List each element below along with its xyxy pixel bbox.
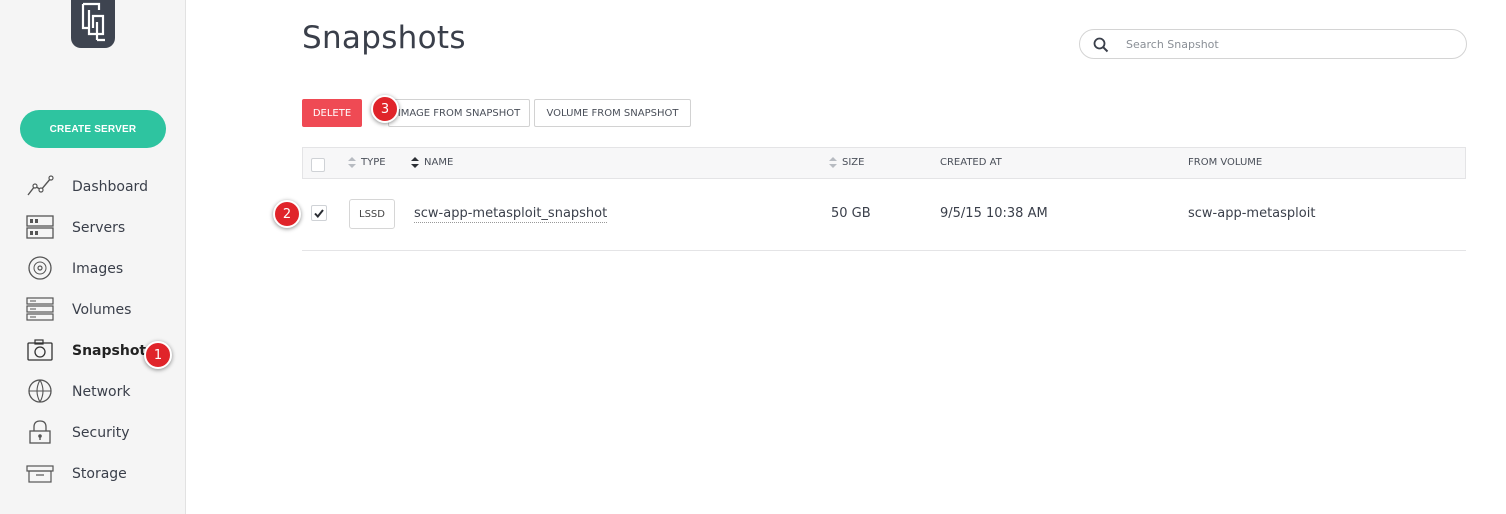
table-row[interactable]: LSSD scw-app-metasploit_snapshot 50 GB 9…	[302, 180, 1466, 251]
column-label: SIZE	[842, 157, 865, 168]
sidebar-nav: Dashboard Servers Images Volumes Snapsho…	[0, 166, 186, 494]
annotation-badge-2: 2	[273, 200, 301, 228]
column-header-name[interactable]: NAME	[411, 157, 453, 168]
image-from-snapshot-button[interactable]: IMAGE FROM SNAPSHOT	[388, 99, 530, 127]
sidebar: CREATE SERVER Dashboard Servers Images V…	[0, 0, 186, 514]
search-box[interactable]	[1079, 29, 1467, 59]
row-checkbox[interactable]	[311, 205, 327, 221]
sidebar-item-label: Images	[72, 260, 124, 277]
brand-logo[interactable]	[71, 0, 115, 48]
page-title: Snapshots	[302, 20, 466, 56]
sidebar-item-label: Storage	[72, 465, 127, 482]
sidebar-item-servers[interactable]: Servers	[0, 207, 186, 248]
sidebar-item-images[interactable]: Images	[0, 248, 186, 289]
search-input[interactable]	[1126, 34, 1446, 54]
sidebar-item-security[interactable]: Security	[0, 412, 186, 453]
search-icon	[1093, 37, 1109, 53]
select-all-checkbox[interactable]	[311, 158, 325, 172]
storage-icon	[26, 465, 54, 483]
security-icon	[29, 420, 51, 444]
column-header-from-volume: FROM VOLUME	[1188, 157, 1262, 168]
column-header-type[interactable]: TYPE	[348, 157, 386, 168]
sidebar-item-label: Network	[72, 383, 131, 400]
sidebar-item-label: Volumes	[72, 301, 132, 318]
column-label: TYPE	[361, 157, 386, 168]
column-header-size[interactable]: SIZE	[829, 157, 864, 168]
dashboard-icon	[27, 175, 54, 196]
logo-icon	[81, 2, 105, 42]
snapshot-size: 50 GB	[831, 206, 871, 221]
snapshot-from-volume: scw-app-metasploit	[1188, 206, 1316, 221]
sidebar-item-storage[interactable]: Storage	[0, 453, 186, 494]
delete-button[interactable]: DELETE	[302, 99, 362, 127]
snapshots-icon	[27, 339, 53, 361]
column-label: FROM VOLUME	[1188, 157, 1263, 168]
annotation-badge-3: 3	[371, 95, 399, 123]
volumes-icon	[26, 297, 54, 321]
sidebar-item-dashboard[interactable]: Dashboard	[0, 166, 186, 207]
sort-icon	[348, 157, 356, 168]
volume-from-snapshot-button[interactable]: VOLUME FROM SNAPSHOT	[534, 99, 691, 127]
sidebar-item-label: Security	[72, 424, 130, 441]
sidebar-item-label: Servers	[72, 219, 126, 236]
column-label: CREATED AT	[940, 157, 1002, 168]
sidebar-item-network[interactable]: Network	[0, 371, 186, 412]
sidebar-item-volumes[interactable]: Volumes	[0, 289, 186, 330]
create-server-button[interactable]: CREATE SERVER	[20, 110, 166, 148]
table-header: TYPE NAME SIZE CREATED AT FROM VOLUME	[302, 147, 1466, 179]
checkmark-icon	[314, 208, 324, 218]
images-icon	[28, 256, 52, 280]
column-label: NAME	[424, 157, 454, 168]
snapshot-name-link[interactable]: scw-app-metasploit_snapshot	[414, 206, 608, 223]
sidebar-item-label: Snapshots	[72, 342, 155, 359]
sort-active-icon	[411, 157, 419, 168]
column-header-created-at: CREATED AT	[940, 157, 1002, 168]
sort-icon	[829, 157, 837, 168]
network-icon	[28, 379, 52, 403]
sidebar-item-label: Dashboard	[72, 178, 148, 195]
annotation-badge-1: 1	[144, 341, 172, 369]
volume-type-tag: LSSD	[349, 199, 395, 229]
snapshot-created-at: 9/5/15 10:38 AM	[940, 206, 1048, 221]
servers-icon	[26, 215, 54, 239]
